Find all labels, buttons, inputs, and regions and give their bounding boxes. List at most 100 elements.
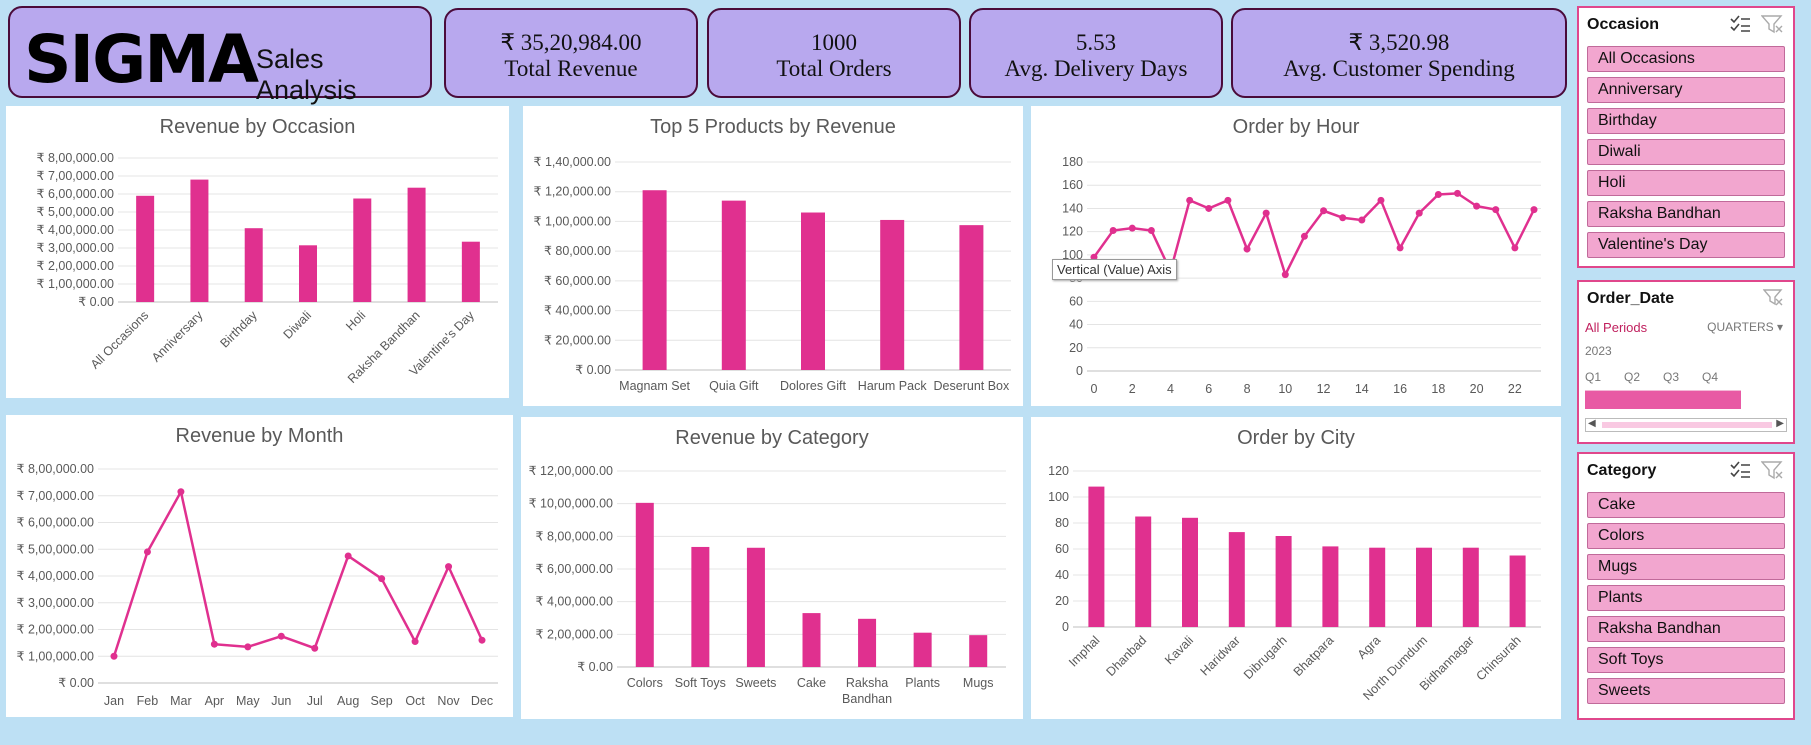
y-tick-label: ₹ 3,00,000.00 bbox=[37, 241, 115, 255]
occasion-slicer-item[interactable]: All Occasions bbox=[1587, 46, 1785, 72]
multi-select-icon[interactable] bbox=[1729, 460, 1751, 480]
y-tick-label: ₹ 0.00 bbox=[575, 363, 611, 377]
quarter-label[interactable]: Q3 bbox=[1663, 370, 1679, 384]
multi-select-icon[interactable] bbox=[1729, 14, 1751, 34]
bar bbox=[461, 241, 480, 302]
y-tick-label: ₹ 1,00,000.00 bbox=[534, 214, 612, 228]
data-point bbox=[378, 575, 386, 583]
scroll-thumb[interactable] bbox=[1602, 422, 1772, 428]
chart-revenue-by-month[interactable]: Revenue by Month ₹ 0.00 ₹ 1,00,000.00 ₹ 2,… bbox=[6, 415, 513, 717]
y-tick-label: ₹ 40,000.00 bbox=[544, 304, 611, 318]
y-tick-label: ₹ 6,00,000.00 bbox=[37, 187, 115, 201]
x-tick-label: 6 bbox=[1205, 382, 1212, 396]
x-tick-label: Haridwar bbox=[1198, 633, 1243, 678]
y-tick-label: ₹ 2,00,000.00 bbox=[37, 259, 115, 273]
data-point bbox=[1224, 196, 1232, 204]
x-tick-label: Chinsurah bbox=[1474, 633, 1524, 683]
y-tick-label: ₹ 5,00,000.00 bbox=[37, 205, 115, 219]
y-tick-label: 120 bbox=[1062, 225, 1083, 239]
chart-svg: 0 20 40 60 80 100 120 Imphal Dhanbad Kavali Haridw… bbox=[1048, 464, 1541, 703]
data-point bbox=[244, 643, 252, 651]
timeline-bar[interactable] bbox=[1585, 390, 1741, 409]
timeline-scrollbar[interactable]: ◀ ▶ bbox=[1585, 418, 1787, 432]
data-point bbox=[311, 644, 319, 652]
clear-filter-icon[interactable] bbox=[1763, 288, 1785, 308]
y-tick-label: ₹ 20,000.00 bbox=[544, 333, 611, 347]
slicer-order-date[interactable]: Order_Date All Periods QUARTERS ▾ 2023 Q… bbox=[1577, 280, 1795, 444]
data-point bbox=[143, 548, 151, 556]
y-tick-label: ₹ 0.00 bbox=[58, 676, 94, 690]
y-tick-label: ₹ 60,000.00 bbox=[544, 274, 611, 288]
bar bbox=[913, 632, 932, 667]
data-point bbox=[1377, 196, 1385, 204]
time-level-dropdown[interactable]: QUARTERS ▾ bbox=[1707, 320, 1783, 334]
x-tick-label: Aug bbox=[337, 694, 359, 708]
x-tick-label: Agra bbox=[1355, 633, 1384, 662]
x-tick-label: Imphal bbox=[1066, 633, 1102, 669]
slicer-category[interactable]: Category Cake Colors Mugs Plants Raksha Band… bbox=[1577, 452, 1795, 720]
x-tick-label: Birthday bbox=[218, 308, 261, 351]
x-tick-label: 12 bbox=[1317, 382, 1331, 396]
bar bbox=[691, 546, 710, 667]
x-tick-label: Nov bbox=[437, 694, 460, 708]
data-point bbox=[1281, 271, 1289, 279]
slicer-occasion[interactable]: Occasion All Occasions Anniversary Birthda… bbox=[1577, 6, 1795, 268]
chart-top5-products[interactable]: Top 5 Products by Revenue ₹ 0.00 ₹ 20,000… bbox=[523, 106, 1023, 406]
scroll-right-icon[interactable]: ▶ bbox=[1776, 418, 1784, 429]
data-point bbox=[1186, 196, 1194, 204]
category-slicer-item[interactable]: Cake bbox=[1587, 492, 1785, 518]
category-slicer-item[interactable]: Colors bbox=[1587, 523, 1785, 549]
x-tick-label: 2 bbox=[1129, 382, 1136, 396]
category-slicer-item[interactable]: Mugs bbox=[1587, 554, 1785, 580]
occasion-slicer-item[interactable]: Anniversary bbox=[1587, 77, 1785, 103]
occasion-slicer-item[interactable]: Holi bbox=[1587, 170, 1785, 196]
data-point bbox=[1109, 227, 1117, 235]
y-tick-label: ₹ 6,00,000.00 bbox=[17, 516, 95, 530]
occasion-slicer-item[interactable]: Birthday bbox=[1587, 108, 1785, 134]
category-slicer-item[interactable]: Soft Toys bbox=[1587, 647, 1785, 673]
bar bbox=[1509, 555, 1526, 627]
chevron-down-icon: ▾ bbox=[1776, 320, 1783, 334]
chart-order-by-city[interactable]: Order by City 0 20 40 60 80 100 120 Imphal Dhanb… bbox=[1031, 417, 1561, 719]
quarter-label[interactable]: Q1 bbox=[1585, 370, 1601, 384]
quarter-label[interactable]: Q4 bbox=[1702, 370, 1718, 384]
quarter-label[interactable]: Q2 bbox=[1624, 370, 1640, 384]
x-tick-label: Dolores Gift bbox=[780, 379, 847, 393]
category-slicer-item[interactable]: Sweets bbox=[1587, 678, 1785, 704]
data-point bbox=[344, 552, 352, 560]
occasion-slicer-item[interactable]: Diwali bbox=[1587, 139, 1785, 165]
data-point bbox=[1320, 207, 1328, 215]
x-tick-label-line2: Bandhan bbox=[842, 692, 892, 706]
x-tick-label: Dibrugarh bbox=[1241, 633, 1290, 682]
chart-order-by-hour[interactable]: Order by Hour 02040608010012014016018002… bbox=[1031, 106, 1561, 406]
bar bbox=[642, 190, 667, 370]
category-slicer-item[interactable]: Plants bbox=[1587, 585, 1785, 611]
chart-svg: ₹ 0.00 ₹ 1,00,000.00 ₹ 2,00,000.00 ₹ 3,00,0… bbox=[37, 151, 498, 386]
clear-filter-icon[interactable] bbox=[1761, 14, 1785, 34]
category-slicer-item[interactable]: Raksha Bandhan bbox=[1587, 616, 1785, 642]
occasion-slicer-item[interactable]: Raksha Bandhan bbox=[1587, 201, 1785, 227]
period-label[interactable]: All Periods bbox=[1585, 320, 1647, 335]
bar bbox=[1228, 532, 1245, 627]
clear-filter-icon[interactable] bbox=[1761, 460, 1785, 480]
chart-svg: ₹ 0.00 ₹ 2,00,000.00 ₹ 4,00,000.00 ₹ 6,00,0… bbox=[529, 464, 1006, 706]
y-tick-label: 60 bbox=[1055, 542, 1069, 556]
x-tick-label: 18 bbox=[1431, 382, 1445, 396]
x-tick-label: Dec bbox=[471, 694, 493, 708]
x-tick-label: 0 bbox=[1091, 382, 1098, 396]
data-point bbox=[277, 632, 285, 640]
x-tick-label: Jun bbox=[271, 694, 291, 708]
chart-revenue-by-occasion[interactable]: Revenue by Occasion ₹ 0.00 ₹ 1,00,000.00 ₹… bbox=[6, 106, 509, 398]
kpi-value: ₹ 35,20,984.00 bbox=[500, 30, 642, 55]
dashboard-subtitle: Sales Analysis bbox=[256, 44, 357, 105]
occasion-slicer-item[interactable]: Valentine's Day bbox=[1587, 232, 1785, 258]
kpi-total-orders: 1000 Total Orders bbox=[707, 8, 961, 98]
y-tick-label: ₹ 8,00,000.00 bbox=[536, 529, 614, 543]
y-tick-label: ₹ 8,00,000.00 bbox=[37, 151, 115, 165]
slicer-title: Occasion bbox=[1587, 16, 1660, 33]
chart-revenue-by-category[interactable]: Revenue by Category ₹ 0.00 ₹ 2,00,000.00 ₹… bbox=[521, 417, 1023, 719]
x-tick-label: Jul bbox=[307, 694, 323, 708]
x-tick-label: Sep bbox=[371, 694, 393, 708]
scroll-left-icon[interactable]: ◀ bbox=[1588, 418, 1596, 429]
bar bbox=[721, 200, 746, 370]
